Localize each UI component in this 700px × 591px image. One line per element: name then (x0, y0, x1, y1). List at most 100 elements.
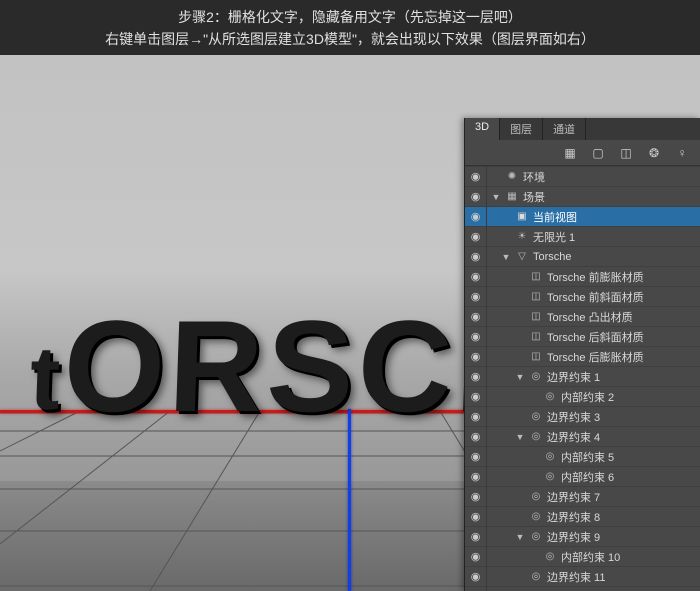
light-filter-icon[interactable]: ❂ (642, 144, 666, 162)
tree-item-label: Torsche 后膨胀材质 (547, 349, 644, 365)
visibility-toggle[interactable] (465, 487, 487, 507)
tree-row[interactable]: Torsche 凸出材质 (465, 306, 700, 326)
ring-icon (529, 490, 543, 504)
disclosure-triangle-icon[interactable]: ▼ (515, 432, 525, 442)
tree-row-body[interactable]: 无限光 1 (487, 229, 694, 245)
tree-row-body[interactable]: Torsche 前斜面材质 (487, 289, 694, 305)
tree-row-body[interactable]: Torsche 后斜面材质 (487, 329, 694, 345)
glyph-s: S (264, 291, 350, 441)
tree-row-body[interactable]: ▼场景 (487, 189, 694, 205)
tree-row-body[interactable]: ▼ 边界约束 4 (487, 429, 694, 445)
tab-3d[interactable]: 3D (465, 118, 500, 140)
tree-row[interactable]: 无限光 1 (465, 226, 700, 246)
visibility-toggle[interactable] (465, 167, 487, 187)
visibility-toggle[interactable] (465, 347, 487, 367)
tree-row[interactable]: Torsche 前斜面材质 (465, 286, 700, 306)
tree-row[interactable]: 内部约束 10 (465, 546, 700, 566)
visibility-toggle[interactable] (465, 227, 487, 247)
scene-filter-icon[interactable]: ▦ (558, 144, 582, 162)
mesh-filter-icon[interactable]: ▢ (586, 144, 610, 162)
tree-row[interactable]: 边界约束 8 (465, 506, 700, 526)
tree-row-body[interactable]: 环境 (487, 169, 694, 185)
ring-icon (543, 390, 557, 404)
tree-row-body[interactable]: 内部约束 10 (487, 549, 694, 565)
tree-row-body[interactable]: 内部约束 5 (487, 449, 694, 465)
visibility-toggle[interactable] (465, 427, 487, 447)
tree-item-label: 边界约束 4 (547, 429, 600, 445)
visibility-toggle[interactable] (465, 587, 487, 591)
tab-channels[interactable]: 通道 (543, 118, 586, 140)
visibility-toggle[interactable] (465, 507, 487, 527)
tree-row[interactable]: ▼ 边界约束 4 (465, 426, 700, 446)
visibility-toggle[interactable] (465, 287, 487, 307)
tree-row[interactable]: Torsche 后膨胀材质 (465, 346, 700, 366)
tree-row-body[interactable]: 当前视图 (487, 209, 694, 225)
tree-row-body[interactable]: ▼边界约束 9 (487, 529, 694, 545)
tree-row[interactable]: 内部约束 6 (465, 466, 700, 486)
tree-item-label: 边界约束 7 (547, 489, 600, 505)
tree-row[interactable]: ▼边界约束 9 (465, 526, 700, 546)
tree-row[interactable]: 内部约束 5 (465, 446, 700, 466)
material-filter-icon[interactable]: ◫ (614, 144, 638, 162)
mat-icon (529, 270, 543, 284)
visibility-toggle[interactable] (465, 207, 487, 227)
disclosure-triangle-icon[interactable]: ▼ (491, 192, 501, 202)
eye-icon (471, 570, 481, 583)
tree-row-body[interactable]: ▼ Torsche (487, 250, 694, 264)
ring-icon (543, 450, 557, 464)
disclosure-triangle-icon[interactable]: ▼ (515, 532, 525, 542)
visibility-toggle[interactable] (465, 247, 487, 267)
light-icon (515, 230, 529, 244)
tree-row[interactable]: ▼场景 (465, 186, 700, 206)
ring-icon (529, 510, 543, 524)
visibility-toggle[interactable] (465, 447, 487, 467)
tree-row[interactable]: 内部约束 2 (465, 386, 700, 406)
tree-row-body[interactable]: Torsche 后膨胀材质 (487, 349, 694, 365)
visibility-toggle[interactable] (465, 267, 487, 287)
mesh-icon (515, 250, 529, 264)
visibility-toggle[interactable] (465, 387, 487, 407)
tree-row-body[interactable]: 边界约束 8 (487, 509, 694, 525)
eye-icon (471, 310, 481, 323)
visibility-toggle[interactable] (465, 547, 487, 567)
eye-icon (471, 230, 481, 243)
bulb-filter-icon[interactable]: ♀ (670, 144, 694, 162)
tree-row[interactable]: 环境 (465, 166, 700, 186)
disclosure-triangle-icon[interactable]: ▼ (501, 252, 511, 262)
eye-icon (471, 210, 481, 223)
glyph-r: R (166, 291, 259, 441)
tree-item-label: Torsche (533, 251, 572, 263)
tree-row-body[interactable]: 边界约束 11 (487, 569, 694, 585)
disclosure-triangle-icon[interactable]: ▼ (515, 372, 525, 382)
tree-row-body[interactable]: 边界约束 7 (487, 489, 694, 505)
tree-row-body[interactable]: ▼边界约束 1 (487, 369, 694, 385)
tree-row-body[interactable]: Torsche 前膨胀材质 (487, 269, 694, 285)
visibility-toggle[interactable] (465, 327, 487, 347)
3d-text-object[interactable]: t O R S C I (30, 291, 486, 441)
tree-row[interactable]: ▼ Torsche (465, 246, 700, 266)
visibility-toggle[interactable] (465, 467, 487, 487)
visibility-toggle[interactable] (465, 307, 487, 327)
eye-icon (471, 410, 481, 423)
tab-layers[interactable]: 图层 (500, 118, 543, 140)
tree-row[interactable]: 边界约束 7 (465, 486, 700, 506)
tree-row[interactable]: Torsche 后斜面材质 (465, 326, 700, 346)
tree-row-body[interactable]: 内部约束 6 (487, 469, 694, 485)
tree-row-body[interactable]: Torsche 凸出材质 (487, 309, 694, 325)
visibility-toggle[interactable] (465, 367, 487, 387)
tree-row[interactable]: 边界约束 3 (465, 406, 700, 426)
tree-row[interactable]: 默认相机 (465, 586, 700, 591)
tree-row[interactable]: Torsche 前膨胀材质 (465, 266, 700, 286)
tree-row[interactable]: ▼边界约束 1 (465, 366, 700, 386)
visibility-toggle[interactable] (465, 527, 487, 547)
glyph-t: t (28, 328, 56, 431)
tree-row[interactable]: 当前视图 (465, 206, 700, 226)
tree-row[interactable]: 边界约束 11 (465, 566, 700, 586)
visibility-toggle[interactable] (465, 407, 487, 427)
visibility-toggle[interactable] (465, 187, 487, 207)
visibility-toggle[interactable] (465, 567, 487, 587)
scene-tree[interactable]: 环境 ▼场景当前视图无限光 1 ▼ Torsche Torsche 前膨胀材质 Torsc… (465, 166, 700, 591)
ring-icon (543, 550, 557, 564)
tree-row-body[interactable]: 内部约束 2 (487, 389, 694, 405)
tree-row-body[interactable]: 边界约束 3 (487, 409, 694, 425)
